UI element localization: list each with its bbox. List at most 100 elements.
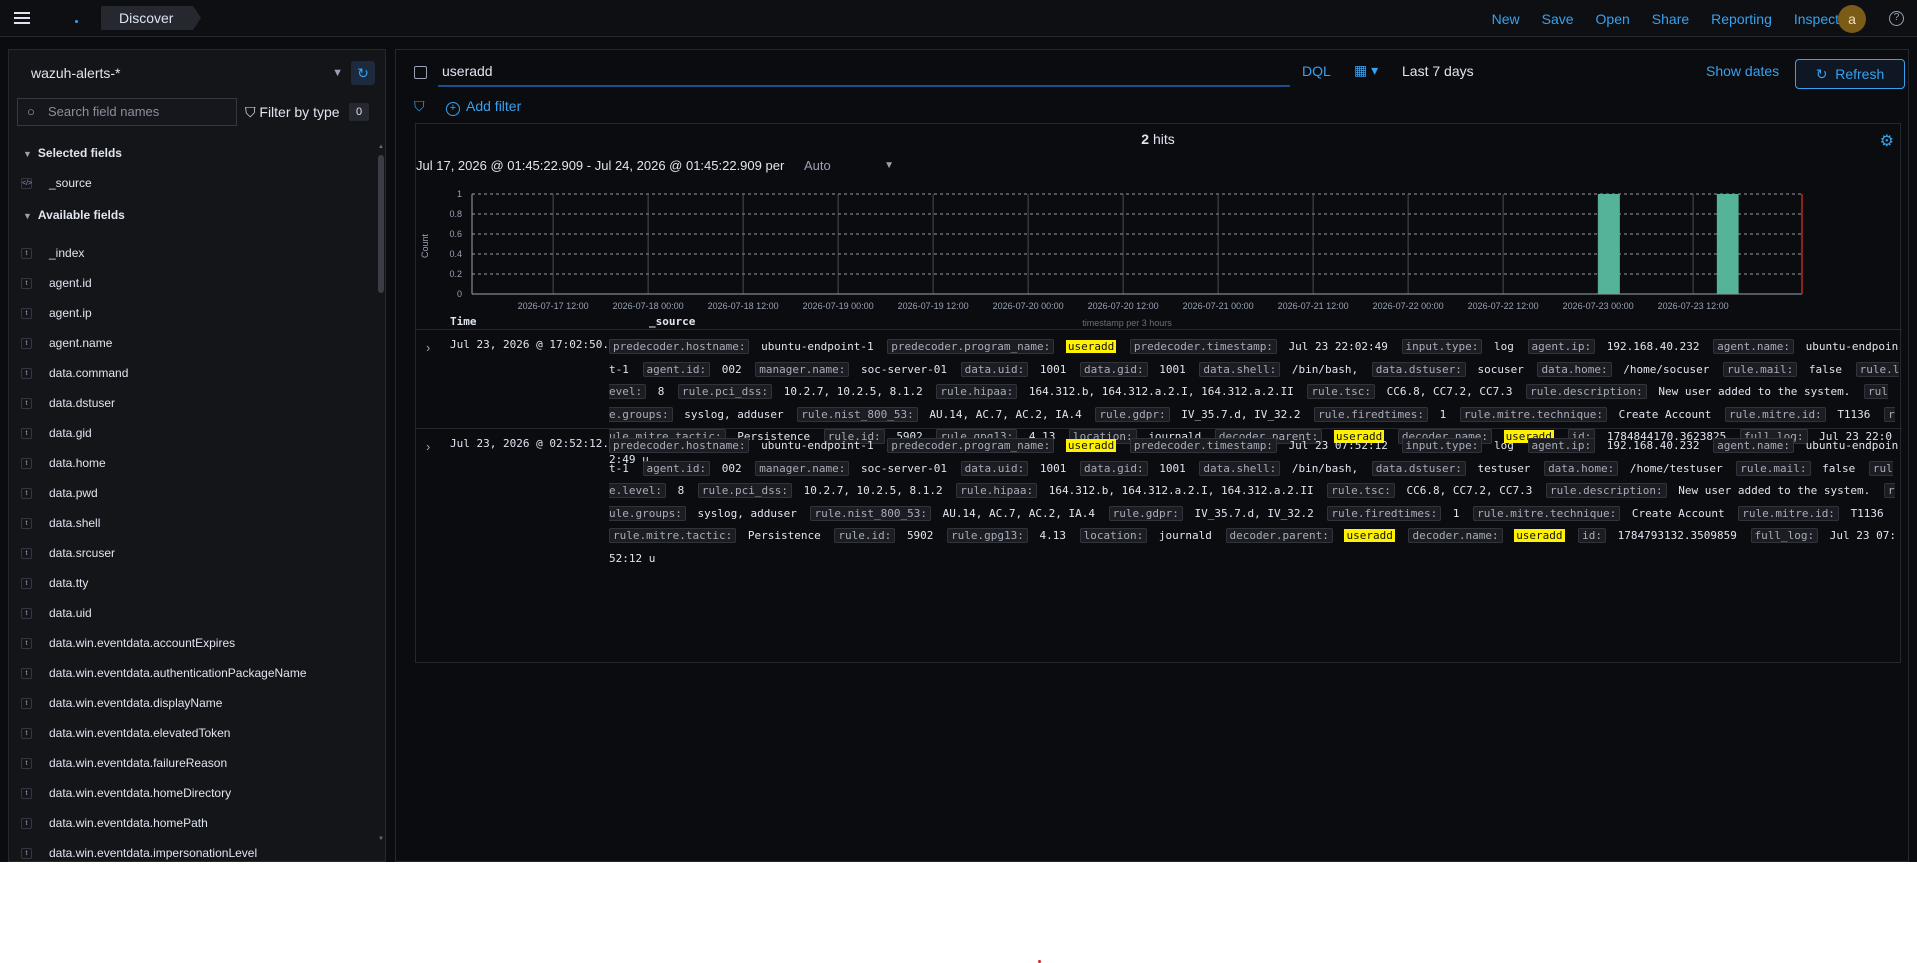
interval-select[interactable]: Auto ▼ [802, 155, 898, 177]
inspect-link[interactable]: Inspect [1794, 11, 1839, 27]
field-item[interactable]: t data.shell [21, 508, 381, 538]
open-link[interactable]: Open [1596, 11, 1630, 27]
field-item[interactable]: t data.win.eventdata.elevatedToken [21, 718, 381, 748]
filter-by-type-button[interactable]: ⛉ Filter by type [245, 98, 340, 126]
row-time: Jul 23, 2026 @ 17:02:50.045 [450, 338, 629, 351]
refresh-button[interactable]: ↻ Refresh [1795, 59, 1905, 89]
y-tick-label: 0.6 [449, 229, 462, 239]
field-item[interactable]: t data.srcuser [21, 538, 381, 568]
plus-icon: + [446, 102, 460, 116]
source-key: rule.firedtimes: [1327, 505, 1442, 521]
field-item[interactable]: t data.win.eventdata.failureReason [21, 748, 381, 778]
value-text: T1136 [1837, 407, 1871, 421]
string-type-icon: t [21, 577, 32, 589]
column-header-source[interactable]: _source [649, 315, 695, 328]
gear-icon[interactable]: ⚙ [1880, 131, 1894, 151]
source-value: 1001 [1040, 363, 1067, 376]
field-item[interactable]: t data.command [21, 358, 381, 388]
available-fields-list: t _index t agent.id t agent.ip t agent.name t dat… [21, 238, 381, 862]
help-icon[interactable]: ? [1889, 11, 1904, 26]
field-item-source[interactable]: </> _source [21, 176, 92, 190]
share-link[interactable]: Share [1652, 11, 1689, 27]
field-item[interactable]: t agent.ip [21, 298, 381, 328]
field-item[interactable]: t data.pwd [21, 478, 381, 508]
field-name: data.win.eventdata.failureReason [49, 756, 228, 770]
menu-icon[interactable] [12, 9, 32, 27]
histogram-chart: 0 0.2 0.4 0.6 0.8 1 2026-07-17 12:00 2026-07-18… [420, 189, 1803, 328]
field-item[interactable]: t data.tty [21, 568, 381, 598]
app-logo[interactable] [50, 8, 80, 30]
string-type-icon: t [21, 337, 32, 349]
date-range-label[interactable]: Last 7 days [1402, 63, 1474, 79]
query-input[interactable]: useradd [438, 60, 1290, 87]
add-filter-button[interactable]: + Add filter [446, 98, 521, 116]
value-text: 1784793132.3509859 [1617, 529, 1737, 542]
table-row: › Jul 23, 2026 @ 17:02:50.045 predecoder.h… [416, 329, 1902, 466]
filter-icon[interactable]: ⛉ [414, 98, 425, 115]
calendar-icon[interactable]: ▦ ▾ [1354, 62, 1378, 79]
field-item[interactable]: t data.home [21, 448, 381, 478]
string-type-icon: t [21, 787, 32, 799]
source-value: 1 [1453, 507, 1460, 520]
reporting-link[interactable]: Reporting [1711, 11, 1772, 27]
source-key: agent.ip: [1527, 438, 1596, 453]
value-text: journald [1158, 529, 1212, 542]
saved-query-icon[interactable] [414, 66, 427, 79]
source-key: predecoder.program_name: [887, 339, 1055, 354]
source-key: rule.pci_dss: [697, 483, 792, 498]
scroll-up-icon[interactable]: ▲ [377, 143, 385, 151]
field-item[interactable]: t data.dstuser [21, 388, 381, 418]
column-header-time[interactable]: Time [450, 315, 477, 328]
sidebar-scrollbar[interactable]: ▲ ▼ [377, 143, 385, 843]
new-link[interactable]: New [1492, 11, 1520, 27]
source-key: rule.id: [834, 528, 896, 543]
value-text: soc-server-01 [860, 362, 948, 376]
value-text: ubuntu-endpoint-1 [761, 439, 874, 452]
source-key: rule.mitre.id: [1724, 406, 1826, 422]
field-item[interactable]: t data.win.eventdata.homePath [21, 808, 381, 838]
refresh-index-icon[interactable]: ↻ [351, 61, 375, 85]
source-key: rule.nist_800_53: [810, 505, 932, 521]
selected-fields-heading: Selected fields [37, 146, 122, 160]
string-type-icon: t [21, 847, 32, 859]
source-value: 192.168.40.232 [1607, 340, 1700, 353]
field-item[interactable]: t agent.name [21, 328, 381, 358]
x-tick-label: 2026-07-22 12:00 [1468, 301, 1539, 311]
scroll-down-icon[interactable]: ▼ [377, 835, 385, 843]
string-type-icon: t [21, 397, 32, 409]
show-dates-button[interactable]: Show dates [1706, 63, 1779, 79]
chevron-right-icon[interactable]: › [426, 439, 430, 454]
field-item[interactable]: t data.win.eventdata.impersonationLevel [21, 838, 381, 862]
selected-fields-toggle[interactable]: ▼ Selected fields [23, 146, 122, 160]
string-type-icon: t [21, 727, 32, 739]
source-key: decoder.name: [1408, 528, 1503, 543]
available-fields-toggle[interactable]: ▼ Available fields [23, 208, 125, 222]
value-text: 4.13 [1039, 529, 1067, 542]
dql-toggle[interactable]: DQL [1302, 63, 1331, 79]
field-name: data.srcuser [49, 546, 116, 560]
source-value: false [1822, 462, 1855, 475]
field-item[interactable]: t agent.id [21, 268, 381, 298]
save-link[interactable]: Save [1542, 11, 1574, 27]
string-type-icon: t [21, 427, 32, 439]
field-item[interactable]: t data.uid [21, 598, 381, 628]
field-search-input[interactable]: ○ Search field names [17, 98, 237, 126]
chevron-right-icon[interactable]: › [426, 340, 430, 355]
value-text: 192.168.40.232 [1606, 439, 1700, 452]
user-avatar[interactable]: a [1838, 5, 1866, 33]
field-item[interactable]: t _index [21, 238, 381, 268]
field-name: data.win.eventdata.homeDirectory [49, 786, 232, 800]
source-value: useradd [1344, 529, 1395, 542]
field-item[interactable]: t data.win.eventdata.authenticationPackag… [21, 658, 381, 688]
field-item[interactable]: t data.win.eventdata.homeDirectory [21, 778, 381, 808]
index-pattern-select[interactable]: wazuh-alerts-* ▼ [23, 60, 349, 86]
string-type-icon: t [21, 247, 32, 259]
field-item[interactable]: t data.win.eventdata.accountExpires [21, 628, 381, 658]
interval-range: Jul 17, 2026 @ 01:45:22.909 - Jul 24, 20… [416, 158, 785, 173]
field-item[interactable]: t data.gid [21, 418, 381, 448]
source-value: 002 [722, 462, 742, 475]
scrollbar-thumb[interactable] [378, 155, 384, 293]
field-name: data.win.eventdata.accountExpires [49, 636, 236, 650]
field-item[interactable]: t data.win.eventdata.displayName [21, 688, 381, 718]
breadcrumb-discover[interactable]: Discover [101, 6, 201, 30]
